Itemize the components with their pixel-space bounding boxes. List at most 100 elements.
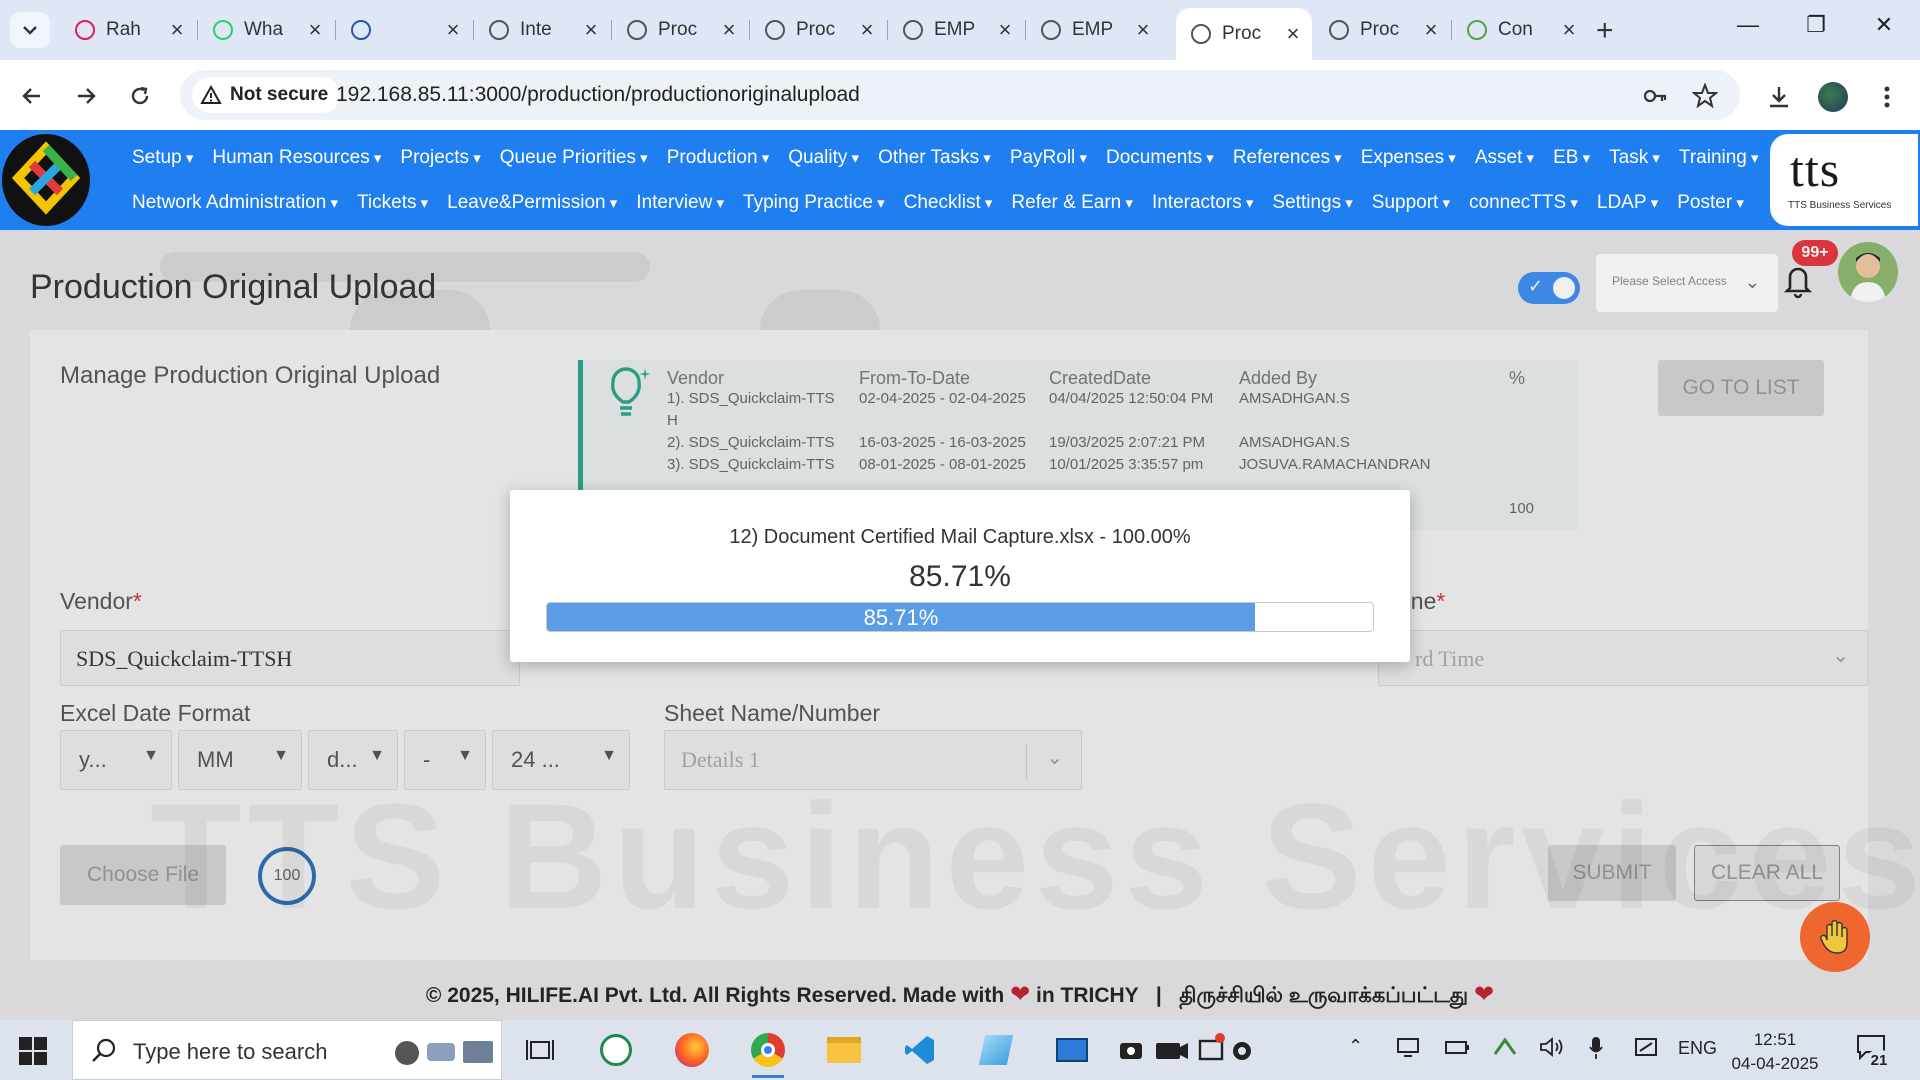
- nav-item-expenses[interactable]: Expenses: [1361, 147, 1456, 169]
- nav-item-interview[interactable]: Interview: [636, 192, 724, 214]
- nav-item-documents[interactable]: Documents: [1106, 147, 1214, 169]
- tab-close-icon[interactable]: ×: [858, 17, 876, 43]
- browser-tab[interactable]: ×: [336, 8, 472, 52]
- address-bar[interactable]: Not secure 192.168.85.11:3000/production…: [180, 70, 1740, 120]
- nav-item-setup[interactable]: Setup: [132, 147, 193, 169]
- nav-item-ldap[interactable]: LDAP: [1597, 192, 1658, 214]
- tab-close-icon[interactable]: ×: [996, 17, 1014, 43]
- tab-search-button[interactable]: [10, 12, 50, 48]
- network-app-icon[interactable]: [1492, 1036, 1518, 1058]
- nav-item-references[interactable]: References: [1233, 147, 1342, 169]
- minimize-button[interactable]: —: [1728, 12, 1768, 38]
- globe-icon: [764, 19, 786, 41]
- new-tab-button[interactable]: +: [1596, 14, 1614, 48]
- browser-tab[interactable]: EMP ×: [888, 8, 1024, 52]
- display-icon[interactable]: [1396, 1036, 1420, 1058]
- nav-item-settings[interactable]: Settings: [1272, 192, 1352, 214]
- windows-start-icon[interactable]: [18, 1036, 48, 1066]
- nav-item-tickets[interactable]: Tickets: [357, 192, 428, 214]
- windows-taskbar: Type here to search ⌃ ENG 12:51 04-04-20…: [0, 1020, 1920, 1080]
- close-window-button[interactable]: ✕: [1864, 12, 1904, 38]
- tab-close-icon[interactable]: ×: [582, 17, 600, 43]
- taskbar-chrome[interactable]: [746, 1030, 790, 1078]
- globe-icon: [1040, 19, 1062, 41]
- search-highlight-icon: [395, 1041, 493, 1065]
- profile-button[interactable]: [1818, 82, 1848, 112]
- nav-item-support[interactable]: Support: [1372, 192, 1450, 214]
- nav-item-poster[interactable]: Poster: [1677, 192, 1744, 214]
- password-key-icon[interactable]: [1642, 83, 1668, 109]
- taskbar-vscode[interactable]: [898, 1030, 942, 1070]
- clock-time: 12:51: [1753, 1030, 1797, 1049]
- nav-item-human-resources[interactable]: Human Resources: [212, 147, 381, 169]
- tab-close-icon[interactable]: ×: [168, 17, 186, 43]
- wifi-lock-icon[interactable]: [1634, 1036, 1658, 1058]
- nav-item-refer-earn[interactable]: Refer & Earn: [1011, 192, 1133, 214]
- taskbar-file-explorer[interactable]: [822, 1030, 866, 1070]
- taskbar-remote-desktop[interactable]: [1050, 1030, 1094, 1070]
- forward-button[interactable]: [68, 78, 104, 114]
- tab-close-icon[interactable]: ×: [306, 17, 324, 43]
- nav-item-projects[interactable]: Projects: [400, 147, 480, 169]
- language-indicator[interactable]: ENG: [1678, 1038, 1717, 1059]
- task-view-button[interactable]: [518, 1030, 562, 1070]
- restore-button[interactable]: ❐: [1796, 12, 1836, 38]
- browser-tab[interactable]: Proc ×: [750, 8, 886, 52]
- taskbar-clock[interactable]: 12:51 04-04-2025: [1730, 1028, 1820, 1076]
- tab-close-icon[interactable]: ×: [1422, 17, 1440, 43]
- progress-bar: 85.71%: [546, 602, 1374, 632]
- speaker-icon[interactable]: [1538, 1036, 1564, 1058]
- tab-close-icon[interactable]: ×: [1560, 17, 1578, 43]
- microphone-icon[interactable]: [1588, 1036, 1604, 1060]
- tab-close-icon[interactable]: ×: [444, 17, 462, 43]
- tab-title: Proc: [796, 19, 836, 40]
- bookmark-star-icon[interactable]: [1692, 83, 1718, 109]
- taskbar-tool-group[interactable]: [1116, 1030, 1306, 1070]
- browser-tab[interactable]: Wha ×: [198, 8, 334, 52]
- nav-item-asset[interactable]: Asset: [1475, 147, 1534, 169]
- tab-close-icon[interactable]: ×: [1134, 17, 1152, 43]
- nav-item-queue-priorities[interactable]: Queue Priorities: [500, 147, 648, 169]
- browser-tab[interactable]: Proc ×: [612, 8, 748, 52]
- nav-item-leave-permission[interactable]: Leave&Permission: [447, 192, 617, 214]
- tray-chevron-icon[interactable]: ⌃: [1348, 1036, 1363, 1057]
- nav-item-production[interactable]: Production: [667, 147, 770, 169]
- nav-item-interactors[interactable]: Interactors: [1152, 192, 1253, 214]
- url-text[interactable]: 192.168.85.11:3000/production/production…: [336, 83, 860, 107]
- nav-item-network-administration[interactable]: Network Administration: [132, 192, 338, 214]
- security-chip[interactable]: Not secure: [192, 77, 341, 113]
- browser-tab[interactable]: Con ×: [1452, 8, 1588, 52]
- tab-close-icon[interactable]: ×: [720, 17, 738, 43]
- downloads-button[interactable]: [1764, 82, 1794, 112]
- browser-tab[interactable]: Rah ×: [60, 8, 196, 52]
- tab-close-icon[interactable]: ×: [1284, 21, 1302, 47]
- nav-item-checklist[interactable]: Checklist: [904, 192, 993, 214]
- browser-tab[interactable]: Proc ×: [1314, 8, 1450, 52]
- folder-icon: [827, 1037, 861, 1063]
- nav-item-training[interactable]: Training: [1679, 147, 1759, 169]
- reload-button[interactable]: [122, 78, 158, 114]
- browser-tab[interactable]: Proc ×: [1176, 8, 1312, 60]
- browser-tab[interactable]: EMP ×: [1026, 8, 1162, 52]
- taskbar-search-box[interactable]: Type here to search: [72, 1020, 502, 1080]
- nav-item-payroll[interactable]: PayRoll: [1010, 147, 1087, 169]
- browser-menu-button[interactable]: [1872, 82, 1902, 112]
- company-logo[interactable]: [2, 134, 90, 226]
- nav-item-quality[interactable]: Quality: [788, 147, 859, 169]
- taskbar-firefox[interactable]: [670, 1030, 714, 1070]
- taskbar-app-book[interactable]: [974, 1030, 1018, 1070]
- search-icon: [92, 1038, 116, 1062]
- taskbar-app-green[interactable]: [594, 1030, 638, 1070]
- globe-icon: [1328, 19, 1350, 41]
- battery-icon[interactable]: [1444, 1036, 1470, 1058]
- nav-item-other-tasks[interactable]: Other Tasks: [878, 147, 991, 169]
- nav-item-task[interactable]: Task: [1609, 147, 1660, 169]
- back-button[interactable]: [14, 78, 50, 114]
- nav-item-eb[interactable]: EB: [1553, 147, 1590, 169]
- nav-item-connectts[interactable]: connecTTS: [1469, 192, 1578, 214]
- notification-center-button[interactable]: 21: [1856, 1034, 1892, 1072]
- nav-item-typing-practice[interactable]: Typing Practice: [743, 192, 885, 214]
- chrome-icon: [751, 1033, 785, 1067]
- browser-tab[interactable]: Inte ×: [474, 8, 610, 52]
- tab-title: Proc: [1360, 19, 1400, 40]
